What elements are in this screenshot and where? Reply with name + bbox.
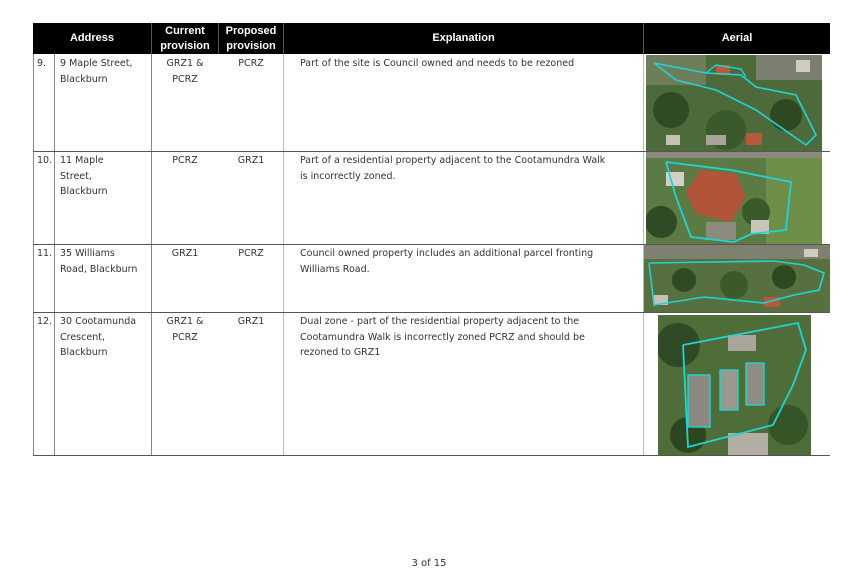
explanation-line: Dual zone - part of the residential prop…: [300, 316, 580, 327]
address-line: Blackburn: [60, 73, 108, 85]
address-line: Blackburn: [60, 347, 108, 358]
row-current-provision: GRZ1 & PCRZ: [152, 314, 218, 345]
current-line: GRZ1 &: [166, 316, 204, 327]
header-address: Address: [33, 23, 151, 54]
address-line: 9 Maple Street,: [60, 58, 133, 69]
address-line: 35 Williams: [60, 248, 115, 259]
row-number: 12.: [37, 316, 53, 327]
row-current-provision: GRZ1 & PCRZ: [152, 56, 218, 87]
row-explanation: Council owned property includes an addit…: [300, 246, 593, 277]
header-explanation: Explanation: [284, 23, 643, 54]
row-address: 30 Cootamunda Crescent, Blackburn: [60, 314, 136, 361]
address-line: 30 Cootamunda: [60, 316, 137, 327]
row-divider: [33, 312, 830, 313]
explanation-line: is incorrectly zoned.: [300, 170, 396, 182]
row-divider: [33, 455, 830, 456]
row-address: 35 Williams Road, Blackburn: [60, 246, 137, 277]
header-current-provision: Current provision: [152, 23, 218, 54]
header-aerial: Aerial: [644, 23, 830, 54]
aerial-photo: [646, 55, 822, 151]
header-current-line1: Current: [165, 24, 205, 37]
current-line: PCRZ: [172, 331, 198, 343]
address-line: Road, Blackburn: [60, 263, 138, 275]
row-proposed-provision: GRZ1: [237, 155, 265, 166]
aerial-photo: [644, 245, 830, 312]
explanation-line: Williams Road.: [300, 263, 370, 275]
row-proposed-provision: PCRZ: [238, 58, 264, 69]
page-number: 3 of 15: [411, 558, 447, 569]
row-explanation: Part of a residential property adjacent …: [300, 153, 605, 184]
current-line: PCRZ: [172, 155, 198, 166]
header-proposed-line2: provision: [226, 39, 276, 52]
explanation-line: rezoned to GRZ1: [300, 347, 381, 358]
row-current-provision: GRZ1: [152, 246, 218, 262]
row-number: 9.: [37, 58, 47, 69]
row-current-provision: PCRZ: [152, 153, 218, 169]
explanation-line: Part of the site is Council owned and ne…: [300, 58, 575, 69]
row-proposed-provision: GRZ1: [237, 316, 265, 327]
current-line: GRZ1: [171, 248, 199, 259]
row-address: 11 Maple Street, Blackburn: [60, 153, 108, 200]
row-explanation: Part of the site is Council owned and ne…: [300, 56, 574, 72]
header-proposed-line1: Proposed: [225, 24, 277, 37]
explanation-line: Part of a residential property adjacent …: [300, 155, 606, 166]
current-line: GRZ1 &: [166, 58, 204, 69]
row-number: 10.: [37, 155, 53, 166]
row-number: 11.: [37, 248, 53, 259]
address-line: Blackburn: [60, 186, 108, 197]
address-line: Crescent,: [60, 331, 105, 343]
row-explanation: Dual zone - part of the residential prop…: [300, 314, 585, 361]
aerial-photo: [658, 315, 811, 455]
row-proposed-provision: PCRZ: [238, 248, 264, 259]
explanation-line: Cootamundra Walk is incorrectly zoned PC…: [300, 331, 585, 343]
address-line: 11 Maple: [60, 155, 104, 166]
row-address: 9 Maple Street, Blackburn: [60, 56, 133, 87]
current-line: PCRZ: [172, 73, 198, 85]
aerial-photo: [646, 152, 822, 244]
header-proposed-provision: Proposed provision: [219, 23, 283, 54]
explanation-line: Council owned property includes an addit…: [300, 248, 594, 259]
address-line: Street,: [60, 170, 92, 182]
header-current-line2: provision: [160, 39, 210, 52]
